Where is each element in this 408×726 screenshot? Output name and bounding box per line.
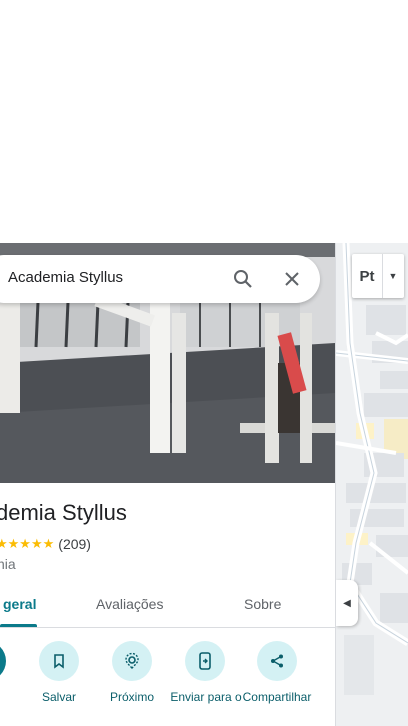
nearby-button[interactable]: Próximo [93,641,173,726]
place-category[interactable]: nia [0,556,16,572]
map-layer-chip[interactable]: Pt ▼ [352,254,404,298]
directions-icon [0,641,6,681]
nearby-label: Próximo [109,690,154,704]
nearby-pin-icon [112,641,152,681]
tab-about[interactable]: Sobre [244,596,281,612]
close-icon[interactable] [280,267,304,291]
share-label: Compartilhar [242,690,312,704]
chevron-left-icon: ◀ [343,597,351,609]
place-tabs: geral Avaliações Sobre [0,583,335,628]
blank-top-area [0,0,408,243]
send-to-phone-label: Enviar para o [170,690,242,704]
map-canvas[interactable] [336,243,408,726]
bookmark-icon [39,641,79,681]
tab-reviews[interactable]: Avaliações [96,596,163,612]
chevron-down-icon[interactable]: ▼ [383,271,403,281]
collapse-panel-button[interactable]: ◀ [336,580,358,626]
tab-overview[interactable]: geral [3,596,36,612]
save-button[interactable]: Salvar [20,641,100,726]
search-icon[interactable] [231,267,255,291]
search-box[interactable]: Academia Styllus [0,255,320,303]
rating-row: ★★★★★ (209) [0,536,91,552]
share-button[interactable]: Compartilhar [238,641,318,726]
share-icon [257,641,297,681]
search-input[interactable]: Academia Styllus [8,269,123,286]
save-label: Salvar [41,690,76,704]
active-tab-indicator [0,624,37,627]
pegman-icon[interactable]: Pt [352,268,382,285]
place-panel: demia Styllus ★★★★★ (209) nia geral Aval… [0,243,336,726]
rating-stars: ★★★★★ [0,536,55,551]
place-title: demia Styllus [0,500,127,525]
rating-count[interactable]: (209) [58,536,91,552]
send-to-phone-icon [185,641,225,681]
send-to-phone-button[interactable]: Enviar para o [166,641,246,726]
